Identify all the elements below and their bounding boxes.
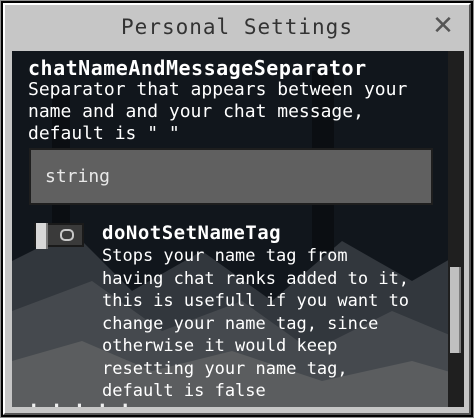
- do-not-set-name-tag-toggle[interactable]: [34, 223, 84, 249]
- next-setting-partial: · · · · ·: [28, 395, 131, 407]
- separator-input[interactable]: [29, 148, 433, 205]
- scrollbar[interactable]: [448, 51, 464, 407]
- settings-content: chatNameAndMessageSeparator Separator th…: [12, 51, 464, 407]
- setting-description-separator: Separator that appears between your name…: [28, 79, 408, 144]
- toggle-knob[interactable]: [36, 223, 48, 249]
- setting-title-separator: chatNameAndMessageSeparator: [28, 56, 367, 80]
- settings-window: Personal Settings ✕ chatNameAndMessageSe…: [3, 3, 471, 415]
- close-icon[interactable]: ✕: [431, 13, 455, 39]
- settings-list: chatNameAndMessageSeparator Separator th…: [12, 51, 448, 407]
- setting-title-name-tag: doNotSetNameTag: [102, 222, 282, 244]
- scrollbar-thumb[interactable]: [450, 267, 461, 353]
- toggle-off-icon: [58, 225, 76, 245]
- setting-description-name-tag: Stops your name tag from having chat ran…: [102, 246, 410, 401]
- window-title: Personal Settings: [121, 15, 353, 39]
